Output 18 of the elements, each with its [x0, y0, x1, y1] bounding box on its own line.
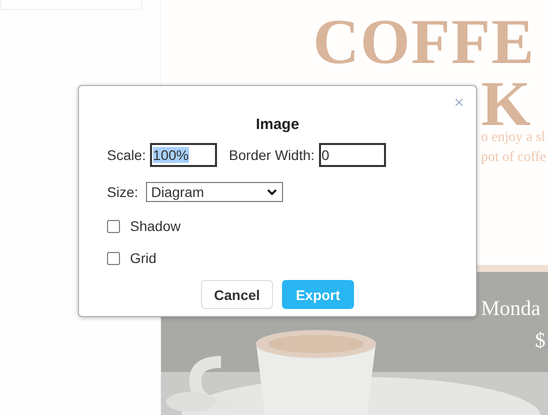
field-label: Size:	[107, 184, 138, 200]
poster-text: $	[535, 328, 546, 353]
poster-text: o enjoy a sl	[481, 130, 546, 146]
field-label: Border Width:	[228, 147, 315, 163]
cancel-button[interactable]: Cancel	[201, 280, 273, 309]
field-label: Scale:	[107, 147, 146, 163]
poster-text: pot of coffe	[481, 150, 546, 166]
poster-title: COFFE	[313, 10, 535, 74]
input-field[interactable]: 100%	[150, 143, 217, 167]
poster-text: Monda	[481, 296, 540, 321]
dialog-title: Image	[254, 116, 300, 133]
checkbox[interactable]	[107, 252, 120, 264]
checkbox-label: Grid	[130, 250, 156, 266]
input-field[interactable]: 0	[318, 143, 386, 167]
size-dropdown[interactable]: Diagram	[146, 182, 284, 202]
chevron-icon	[267, 188, 278, 196]
checkbox-label: Shadow	[130, 218, 181, 234]
checkbox[interactable]	[107, 220, 120, 232]
